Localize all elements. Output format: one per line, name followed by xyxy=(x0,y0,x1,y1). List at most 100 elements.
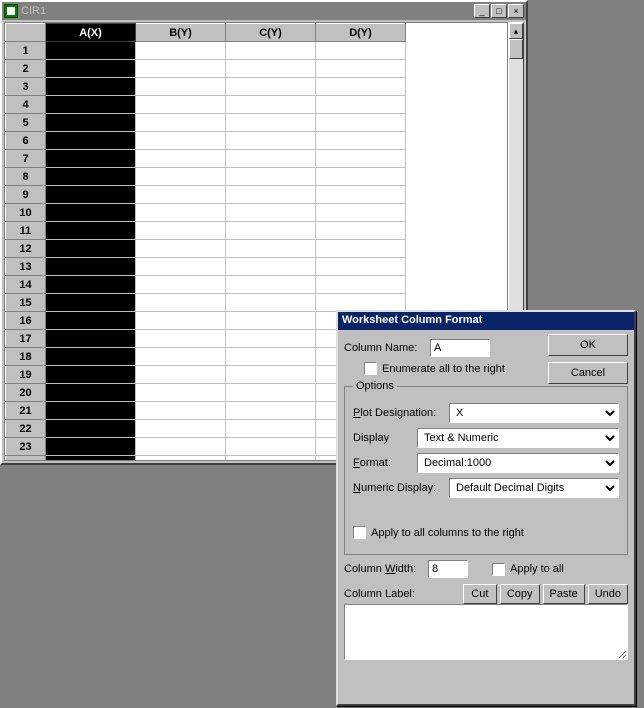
row-header[interactable]: 16 xyxy=(6,312,46,330)
row-header[interactable]: 19 xyxy=(6,366,46,384)
row-header[interactable]: 3 xyxy=(6,78,46,96)
display-select[interactable]: Text & Numeric xyxy=(417,428,619,448)
cell[interactable] xyxy=(136,420,226,438)
cell[interactable] xyxy=(136,96,226,114)
cell[interactable] xyxy=(46,42,136,60)
row-header[interactable]: 17 xyxy=(6,330,46,348)
cell[interactable] xyxy=(46,222,136,240)
numeric-display-select[interactable]: Default Decimal Digits xyxy=(449,478,619,498)
cell[interactable] xyxy=(226,420,316,438)
cell[interactable] xyxy=(226,384,316,402)
cell[interactable] xyxy=(316,150,406,168)
paste-button[interactable]: Paste xyxy=(543,584,585,604)
cell[interactable] xyxy=(46,258,136,276)
copy-button[interactable]: Copy xyxy=(500,584,540,604)
cell[interactable] xyxy=(46,150,136,168)
cell[interactable] xyxy=(226,150,316,168)
row-header[interactable]: 12 xyxy=(6,240,46,258)
cell[interactable] xyxy=(316,204,406,222)
cell[interactable] xyxy=(136,42,226,60)
cell[interactable] xyxy=(46,330,136,348)
cell[interactable] xyxy=(226,348,316,366)
cell[interactable] xyxy=(136,276,226,294)
cell[interactable] xyxy=(136,384,226,402)
corner-cell[interactable] xyxy=(6,24,46,42)
cell[interactable] xyxy=(226,168,316,186)
column-header[interactable]: A(X) xyxy=(46,24,136,42)
cell[interactable] xyxy=(136,330,226,348)
worksheet-titlebar[interactable]: CIR1 _ □ × xyxy=(2,2,526,20)
cell[interactable] xyxy=(226,222,316,240)
cell[interactable] xyxy=(316,132,406,150)
cell[interactable] xyxy=(226,132,316,150)
cut-button[interactable]: Cut xyxy=(463,584,497,604)
row-header[interactable]: 14 xyxy=(6,276,46,294)
row-header[interactable]: 6 xyxy=(6,132,46,150)
cell[interactable] xyxy=(226,96,316,114)
cell[interactable] xyxy=(136,294,226,312)
row-header[interactable]: 22 xyxy=(6,420,46,438)
cell[interactable] xyxy=(46,276,136,294)
cell[interactable] xyxy=(46,240,136,258)
cell[interactable] xyxy=(226,78,316,96)
column-label-textarea[interactable] xyxy=(344,604,628,660)
scroll-up-button[interactable]: ▲ xyxy=(509,23,523,39)
apply-all-cols-checkbox[interactable] xyxy=(353,526,366,539)
cell[interactable] xyxy=(316,114,406,132)
cell[interactable] xyxy=(226,366,316,384)
row-header[interactable]: 8 xyxy=(6,168,46,186)
format-select[interactable]: Decimal:1000 xyxy=(417,453,619,473)
cell[interactable] xyxy=(46,348,136,366)
cell[interactable] xyxy=(316,276,406,294)
enumerate-checkbox[interactable] xyxy=(364,362,377,375)
row-header[interactable]: 5 xyxy=(6,114,46,132)
minimize-button[interactable]: _ xyxy=(474,4,490,18)
cell[interactable] xyxy=(226,114,316,132)
cell[interactable] xyxy=(226,60,316,78)
row-header[interactable]: 7 xyxy=(6,150,46,168)
cell[interactable] xyxy=(46,402,136,420)
cell[interactable] xyxy=(226,402,316,420)
undo-button[interactable]: Undo xyxy=(588,584,628,604)
close-button[interactable]: × xyxy=(508,4,524,18)
cell[interactable] xyxy=(136,366,226,384)
cell[interactable] xyxy=(226,312,316,330)
cell[interactable] xyxy=(136,150,226,168)
cell[interactable] xyxy=(136,240,226,258)
cell[interactable] xyxy=(136,348,226,366)
cell[interactable] xyxy=(316,186,406,204)
cell[interactable] xyxy=(316,222,406,240)
cell[interactable] xyxy=(46,96,136,114)
cell[interactable] xyxy=(46,168,136,186)
cell[interactable] xyxy=(46,456,136,462)
column-header[interactable]: D(Y) xyxy=(316,24,406,42)
plot-designation-select[interactable]: X xyxy=(449,403,619,423)
row-header[interactable]: 9 xyxy=(6,186,46,204)
row-header[interactable]: 21 xyxy=(6,402,46,420)
column-header[interactable]: B(Y) xyxy=(136,24,226,42)
cell[interactable] xyxy=(46,60,136,78)
row-header[interactable]: 11 xyxy=(6,222,46,240)
row-header[interactable]: 24 xyxy=(6,456,46,462)
cell[interactable] xyxy=(46,204,136,222)
cell[interactable] xyxy=(136,402,226,420)
maximize-button[interactable]: □ xyxy=(491,4,507,18)
row-header[interactable]: 20 xyxy=(6,384,46,402)
cell[interactable] xyxy=(46,438,136,456)
cell[interactable] xyxy=(226,456,316,462)
cell[interactable] xyxy=(316,258,406,276)
cell[interactable] xyxy=(226,186,316,204)
row-header[interactable]: 23 xyxy=(6,438,46,456)
cell[interactable] xyxy=(226,258,316,276)
cell[interactable] xyxy=(136,132,226,150)
cancel-button[interactable]: Cancel xyxy=(548,362,628,384)
cell[interactable] xyxy=(316,240,406,258)
cell[interactable] xyxy=(46,114,136,132)
cell[interactable] xyxy=(136,456,226,462)
cell[interactable] xyxy=(46,384,136,402)
cell[interactable] xyxy=(316,42,406,60)
cell[interactable] xyxy=(226,438,316,456)
row-header[interactable]: 18 xyxy=(6,348,46,366)
row-header[interactable]: 10 xyxy=(6,204,46,222)
cell[interactable] xyxy=(316,294,406,312)
